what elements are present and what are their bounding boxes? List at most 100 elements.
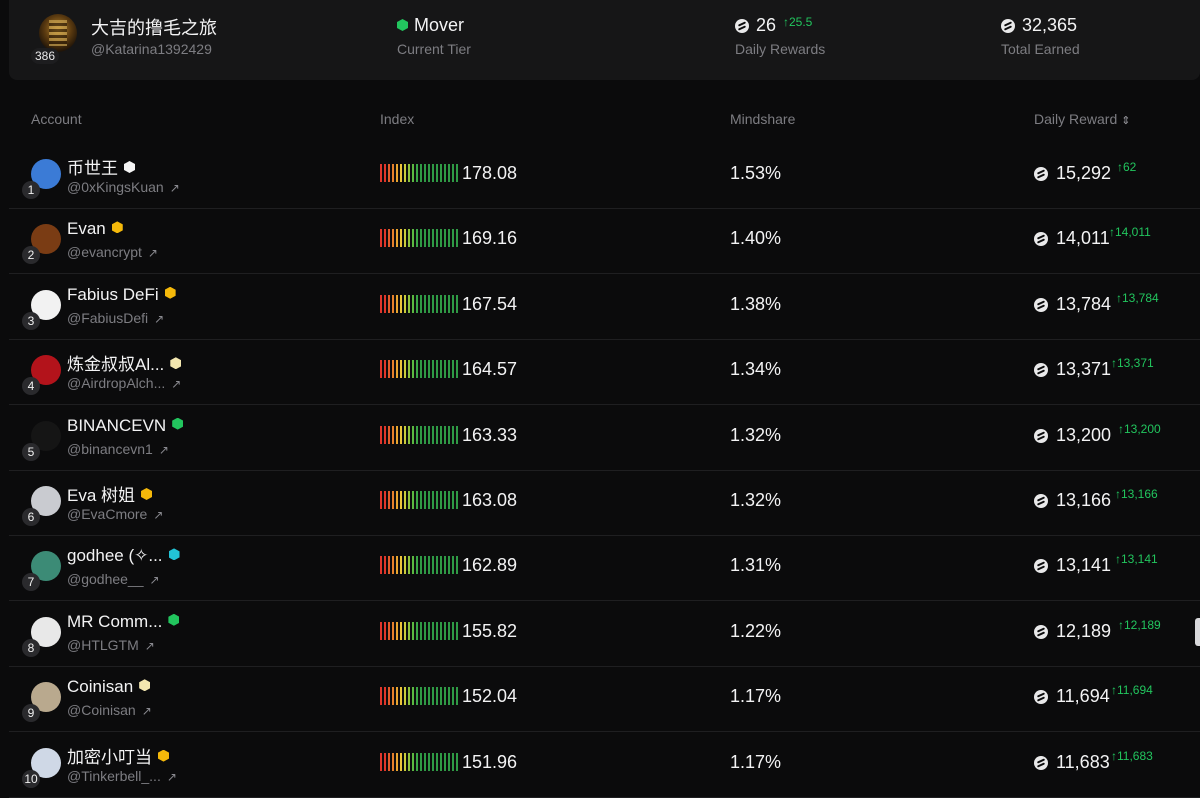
table-row[interactable]: 2 Evan @evancrypt ↗ 169.16 1.40% 14,011 ↑14,011 xyxy=(9,208,1200,275)
index-bar-segment xyxy=(448,687,450,706)
table-row[interactable]: 4 炼金叔叔Al... @AirdropAlch... ↗ 164.57 1.34% 13,… xyxy=(9,339,1200,406)
index-bar-segment xyxy=(420,294,422,313)
table-row[interactable]: 8 MR Comm... @HTLGTM ↗ 155.82 1.22% 12,189 ↑12,… xyxy=(9,601,1200,667)
index-bar-segment xyxy=(380,491,382,509)
index-bar-segment xyxy=(396,294,398,313)
index-bar-segment xyxy=(396,360,398,379)
index-bar-segment xyxy=(412,229,414,248)
table-row[interactable]: 7 godhee (✧... @godhee__ ↗ 162.89 1.31% 13,141… xyxy=(9,535,1200,602)
daily-reward-delta: ↑13,784 xyxy=(1116,290,1159,305)
daily-rewards-value: 26 xyxy=(756,15,777,35)
index-bar-segment xyxy=(416,491,418,509)
external-link-icon[interactable]: ↗ xyxy=(150,573,160,587)
index-bar-segment xyxy=(392,164,394,182)
account-handle[interactable]: @FabiusDefi ↗ xyxy=(67,310,164,326)
daily-reward-header-label: Daily Reward xyxy=(1034,111,1118,127)
account-name[interactable]: Coinisan xyxy=(67,677,151,697)
sort-icon[interactable]: ⇕ xyxy=(1121,115,1130,127)
index-bar-segment xyxy=(432,556,434,575)
profile-handle[interactable]: @Katarina1392429 xyxy=(91,41,212,57)
index-bar-segment xyxy=(380,229,382,248)
index-value: 163.33 xyxy=(462,424,518,445)
external-link-icon[interactable]: ↗ xyxy=(145,639,155,653)
account-handle[interactable]: @HTLGTM ↗ xyxy=(67,637,155,653)
external-link-icon[interactable]: ↗ xyxy=(171,377,181,391)
account-name-text: 币世王 xyxy=(67,159,118,178)
index-bar-segment xyxy=(396,556,398,575)
index-bar-segment xyxy=(392,491,394,509)
table-row[interactable]: 6 Eva 树姐 @EvaCmore ↗ 163.08 1.32% 13,166 ↑13,16… xyxy=(9,470,1200,536)
index-bar-segment xyxy=(424,425,426,444)
index-bar-segment xyxy=(384,621,386,640)
index-bar-segment xyxy=(444,556,446,575)
account-name[interactable]: BINANCEVN xyxy=(67,416,184,436)
index-bar-segment xyxy=(392,229,394,248)
reward-coin-icon xyxy=(1034,559,1048,574)
daily-reward-delta: ↑13,141 xyxy=(1115,552,1158,567)
account-handle[interactable]: @AirdropAlch... ↗ xyxy=(67,375,181,391)
index-bar-segment xyxy=(384,556,386,575)
account-handle[interactable]: @Coinisan ↗ xyxy=(67,702,152,718)
index-bar-segment xyxy=(424,164,426,182)
index-bar-segment xyxy=(392,360,394,379)
table-row[interactable]: 3 Fabius DeFi @FabiusDefi ↗ 167.54 1.38% 13,78… xyxy=(9,274,1200,340)
account-handle[interactable]: @binancevn1 ↗ xyxy=(67,441,169,457)
index-bar-segment xyxy=(396,491,398,509)
account-name[interactable]: 币世王 xyxy=(67,154,135,179)
external-link-icon[interactable]: ↗ xyxy=(153,508,163,522)
current-tier-label: Current Tier xyxy=(397,41,471,57)
column-header-daily-reward[interactable]: Daily Reward ⇕ xyxy=(1034,111,1130,127)
index-bar-segment xyxy=(404,294,406,313)
account-name[interactable]: Eva 树姐 xyxy=(67,481,153,506)
account-handle[interactable]: @0xKingsKuan ↗ xyxy=(67,179,180,195)
index-bar-segment xyxy=(388,360,390,379)
table-row[interactable]: 10 加密小叮当 @Tinkerbell_... ↗ 151.96 1.17% 11,683… xyxy=(9,732,1200,798)
index-bar-segment xyxy=(448,556,450,575)
account-name[interactable]: godhee (✧... xyxy=(67,546,180,566)
account-handle[interactable]: @Tinkerbell_... ↗ xyxy=(67,768,177,784)
index-bar-segment xyxy=(456,360,458,379)
index-bar-segment xyxy=(432,752,434,771)
table-row[interactable]: 1 币世王 @0xKingsKuan ↗ 178.08 1.53% 15,292 ↑62 xyxy=(9,143,1200,209)
index-meter xyxy=(380,687,458,706)
reward-coin-icon xyxy=(1034,494,1048,508)
account-handle[interactable]: @evancrypt ↗ xyxy=(67,244,158,260)
index-bar-segment xyxy=(412,425,414,444)
account-name[interactable]: 炼金叔叔Al... xyxy=(67,350,182,375)
profile-avatar[interactable] xyxy=(39,14,77,52)
index-bar-segment xyxy=(436,360,438,379)
table-row[interactable]: 5 BINANCEVN @binancevn1 ↗ 163.33 1.32% 13,200 ↑… xyxy=(9,405,1200,471)
account-handle-text: @Coinisan xyxy=(67,702,136,719)
index-bar-segment xyxy=(424,621,426,640)
daily-reward-value: 13,141 xyxy=(1056,555,1112,576)
account-name[interactable]: Evan xyxy=(67,219,123,239)
index-bar-segment xyxy=(408,752,410,771)
external-link-icon[interactable]: ↗ xyxy=(167,770,177,784)
account-handle[interactable]: @godhee__ ↗ xyxy=(67,571,160,587)
index-bar-segment xyxy=(420,164,422,182)
index-bar-segment xyxy=(440,752,442,771)
index-bar-segment xyxy=(420,687,422,706)
index-bar-segment xyxy=(444,687,446,706)
external-link-icon[interactable]: ↗ xyxy=(142,704,152,718)
scroll-handle[interactable] xyxy=(1195,618,1200,646)
index-bar-segment xyxy=(400,621,402,640)
external-link-icon[interactable]: ↗ xyxy=(159,443,169,457)
tier-badge-icon xyxy=(124,161,135,173)
external-link-icon[interactable]: ↗ xyxy=(148,246,158,260)
account-name[interactable]: 加密小叮当 xyxy=(67,743,169,768)
index-bar-segment xyxy=(444,229,446,248)
external-link-icon[interactable]: ↗ xyxy=(170,181,180,195)
daily-reward-delta: ↑13,166 xyxy=(1115,487,1158,501)
index-bar-segment xyxy=(408,360,410,379)
table-row[interactable]: 9 Coinisan @Coinisan ↗ 152.04 1.17% 11,694 ↑11,… xyxy=(9,666,1200,733)
account-handle[interactable]: @EvaCmore ↗ xyxy=(67,506,163,522)
index-bar-segment xyxy=(412,491,414,509)
index-value: 163.08 xyxy=(462,490,518,510)
account-name[interactable]: Fabius DeFi xyxy=(67,285,176,305)
account-name[interactable]: MR Comm... xyxy=(67,612,180,632)
external-link-icon[interactable]: ↗ xyxy=(154,312,164,326)
index-bar-segment xyxy=(388,752,390,771)
index-meter xyxy=(380,294,458,313)
account-handle-text: @evancrypt xyxy=(67,244,142,261)
